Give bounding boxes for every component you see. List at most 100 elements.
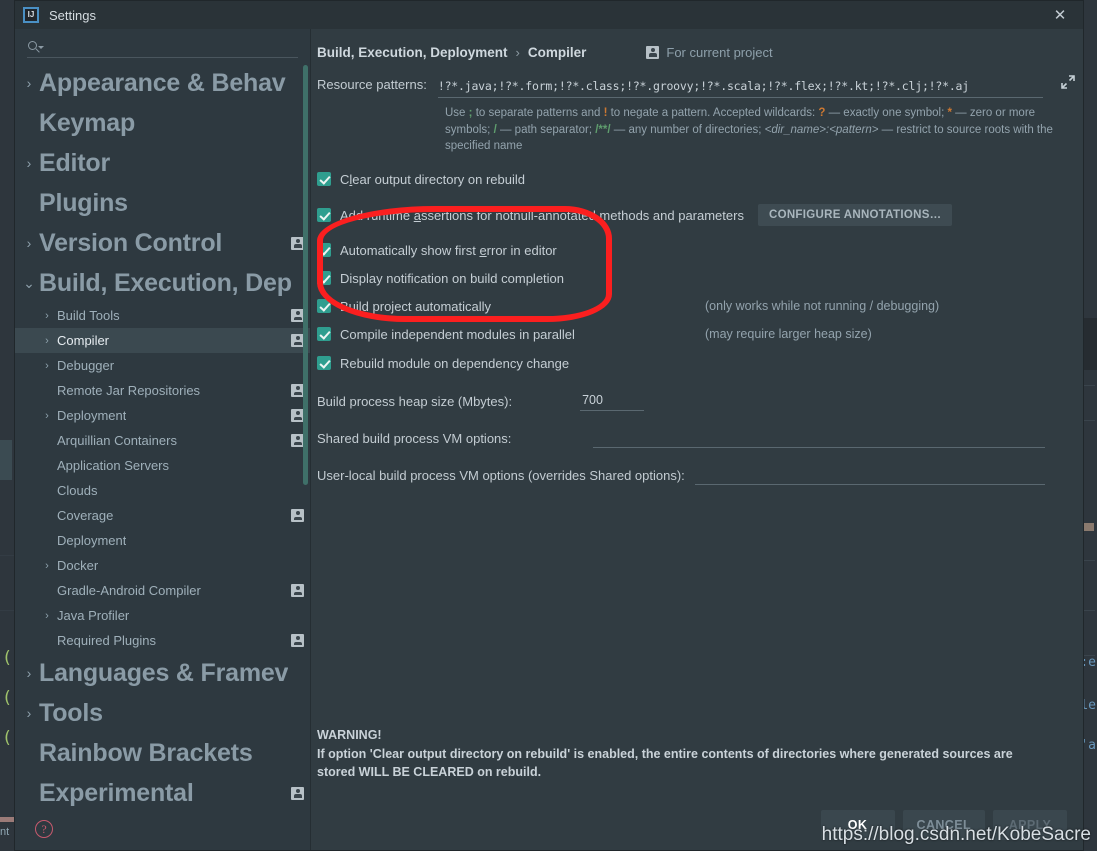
sidebar-item-label: Build Tools <box>57 308 120 323</box>
sidebar-item-label: Remote Jar Repositories <box>57 383 201 398</box>
checkbox-row-clear-output[interactable]: Clear output directory on rebuild <box>317 169 1083 189</box>
settings-tree[interactable]: › Appearance & Behav Keymap › Editor Plugins ›… <box>15 61 310 808</box>
chevron-right-icon[interactable]: › <box>37 560 57 572</box>
sidebar-item-experimental[interactable]: Experimental <box>15 773 310 808</box>
expand-icon[interactable] <box>1059 73 1077 91</box>
checkbox-runtime-assertions[interactable] <box>317 208 331 223</box>
chevron-right-icon[interactable]: › <box>19 155 39 171</box>
sidebar-scrollbar[interactable] <box>303 65 308 485</box>
sidebar-item-appearance-behav[interactable]: › Appearance & Behav <box>15 63 310 103</box>
checkbox-rebuild-on-dependency[interactable] <box>317 356 331 371</box>
hint-p1: Use <box>445 107 469 119</box>
search-icon[interactable] <box>27 36 45 54</box>
chevron-right-icon[interactable]: › <box>37 335 57 347</box>
sidebar-item-coverage[interactable]: Coverage <box>15 503 310 528</box>
resource-patterns-label: Resource patterns: <box>317 77 427 92</box>
note-parallel-compile: (may require larger heap size) <box>705 327 872 342</box>
sidebar-item-deployment[interactable]: Deployment <box>15 528 310 553</box>
sidebar-item-label: Rainbow Brackets <box>39 738 253 767</box>
sidebar-item-tools[interactable]: › Tools <box>15 693 310 733</box>
sidebar-item-compiler[interactable]: › Compiler <box>15 328 310 353</box>
sidebar-item-docker[interactable]: › Docker <box>15 553 310 578</box>
checkbox-row-runtime-assertions[interactable]: Add runtime assertions for notnull-annot… <box>317 204 1083 227</box>
sidebar-item-gradle-android-compiler[interactable]: Gradle-Android Compiler <box>15 578 310 603</box>
sidebar-item-plugins[interactable]: Plugins <box>15 183 310 223</box>
ok-button[interactable]: OK <box>820 810 895 840</box>
checkbox-parallel-compile[interactable] <box>317 327 331 342</box>
userlocal-vm-options-input[interactable] <box>694 467 1045 486</box>
chevron-down-icon[interactable]: ⌄ <box>19 275 39 292</box>
sidebar-item-build-tools[interactable]: › Build Tools <box>15 303 310 328</box>
checkbox-row-display-notification[interactable]: Display notification on build completion <box>317 268 1083 288</box>
warning-title: WARNING! <box>317 727 382 742</box>
settings-dialog: IJ Settings ✕ › Appearance & Behav Keymap ›… <box>14 0 1084 851</box>
warning-block: WARNING! If option 'Clear output directo… <box>317 726 1043 782</box>
intellij-logo-icon: IJ <box>23 7 39 23</box>
sidebar-item-label: Tools <box>39 698 103 727</box>
chevron-right-icon[interactable]: › <box>19 235 39 251</box>
chevron-right-icon[interactable]: › <box>19 665 39 681</box>
dialog-footer: OK CANCEL APPLY <box>311 800 1083 850</box>
breadcrumb-leaf: Compiler <box>527 44 587 60</box>
hint-globstar: /**/ <box>595 123 611 136</box>
checkbox-label-parallel-compile: Compile independent modules in parallel <box>340 326 575 342</box>
help-icon[interactable]: ? <box>35 820 53 838</box>
heap-size-input[interactable] <box>580 393 645 412</box>
background-code-glyph: ( <box>2 728 13 748</box>
close-icon[interactable]: ✕ <box>1037 1 1083 29</box>
sidebar-item-label: Required Plugins <box>57 633 157 648</box>
sidebar-item-build-execution-dep[interactable]: ⌄ Build, Execution, Dep <box>15 263 310 303</box>
sidebar-item-keymap[interactable]: Keymap <box>15 103 310 143</box>
chevron-right-icon[interactable]: › <box>19 705 39 721</box>
note-build-automatically: (only works while not running / debuggin… <box>705 299 940 314</box>
userlocal-vm-options-label: User-local build process VM options (ove… <box>317 468 685 484</box>
person-icon <box>291 584 304 597</box>
sidebar-item-required-plugins[interactable]: Required Plugins <box>15 628 310 653</box>
chevron-right-icon[interactable]: › <box>37 360 57 372</box>
userlocal-vm-options-row: User-local build process VM options (ove… <box>317 467 1083 486</box>
configure-annotations-button[interactable]: CONFIGURE ANNOTATIONS… <box>757 204 953 227</box>
resource-patterns-row: Resource patterns: <box>317 75 1083 98</box>
search-input[interactable] <box>49 37 298 53</box>
shared-vm-options-input[interactable] <box>593 430 1045 449</box>
sidebar-footer: ? <box>15 808 310 850</box>
checkbox-row-show-first-error[interactable]: Automatically show first error in editor <box>317 240 1083 260</box>
sidebar-item-debugger[interactable]: › Debugger <box>15 353 310 378</box>
sidebar-item-application-servers[interactable]: Application Servers <box>15 453 310 478</box>
sidebar-item-clouds[interactable]: Clouds <box>15 478 310 503</box>
sidebar-item-arquillian-containers[interactable]: Arquillian Containers <box>15 428 310 453</box>
sidebar-item-editor[interactable]: › Editor <box>15 143 310 183</box>
checkbox-row-rebuild-on-dependency[interactable]: Rebuild module on dependency change <box>317 353 1083 373</box>
chevron-right-icon[interactable]: › <box>37 410 57 422</box>
chevron-right-icon[interactable]: › <box>19 75 39 91</box>
checkbox-display-notification[interactable] <box>317 271 331 286</box>
shared-vm-options-row: Shared build process VM options: <box>317 430 1083 449</box>
checkbox-label-build-automatically: Build project automatically <box>340 298 492 314</box>
checkbox-show-first-error[interactable] <box>317 243 331 258</box>
sidebar-item-java-profiler[interactable]: › Java Profiler <box>15 603 310 628</box>
checkbox-row-parallel-compile[interactable]: Compile independent modules in parallel … <box>317 324 1083 344</box>
sidebar-item-label: Coverage <box>57 508 114 523</box>
resource-patterns-input[interactable] <box>437 79 1043 98</box>
hint-p2: to separate patterns and <box>472 107 604 119</box>
sidebar-item-rainbow-brackets[interactable]: Rainbow Brackets <box>15 733 310 773</box>
person-icon <box>291 509 304 522</box>
shared-vm-options-label: Shared build process VM options: <box>317 431 512 447</box>
hint-p3: to negate a pattern. Accepted wildcards: <box>607 107 819 119</box>
chevron-right-icon[interactable]: › <box>37 610 57 622</box>
sidebar-item-remote-jar-repositories[interactable]: Remote Jar Repositories <box>15 378 310 403</box>
sidebar-item-version-control[interactable]: › Version Control <box>15 223 310 263</box>
search-underline <box>27 57 298 58</box>
checkbox-clear-output[interactable] <box>317 172 331 187</box>
cancel-button[interactable]: CANCEL <box>902 810 985 840</box>
sidebar-item-label: Clouds <box>57 483 98 498</box>
sidebar-item-label: Deployment <box>57 533 127 548</box>
breadcrumb-root[interactable]: Build, Execution, Deployment <box>317 45 508 60</box>
sidebar-item-label: Version Control <box>39 228 223 257</box>
chevron-right-icon[interactable]: › <box>37 310 57 322</box>
sidebar-item-deployment[interactable]: › Deployment <box>15 403 310 428</box>
checkbox-build-automatically[interactable] <box>317 299 331 314</box>
checkbox-row-build-automatically[interactable]: Build project automatically (only works … <box>317 296 1083 316</box>
sidebar-search-row <box>15 29 310 61</box>
sidebar-item-languages-framev[interactable]: › Languages & Framev <box>15 653 310 693</box>
